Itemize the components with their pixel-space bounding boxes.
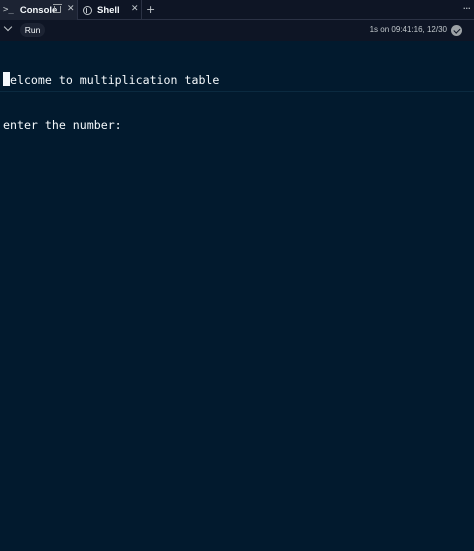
add-tab-icon[interactable]: + bbox=[146, 3, 155, 16]
trash-icon[interactable] bbox=[53, 4, 62, 13]
tab-shell-label: Shell bbox=[97, 4, 120, 16]
chevron-down-icon[interactable] bbox=[3, 22, 13, 32]
console-panel[interactable]: welcome to multiplication table enter th… bbox=[0, 41, 474, 551]
console-line: enter the number: bbox=[3, 118, 122, 132]
run-button[interactable]: Run bbox=[20, 23, 45, 37]
check-circle-icon bbox=[451, 25, 462, 36]
console-toolbar: Run 1s on 09:41:16, 12/30 bbox=[0, 20, 474, 41]
tab-console[interactable]: >_ Console ✕ bbox=[0, 0, 78, 20]
close-icon[interactable]: ✕ bbox=[67, 4, 75, 14]
run-status-text: 1s on 09:41:16, 12/30 bbox=[369, 25, 447, 34]
shell-icon bbox=[83, 5, 92, 15]
more-options-icon[interactable]: ··· bbox=[463, 2, 471, 15]
terminal-prompt-icon: >_ bbox=[3, 5, 14, 15]
close-icon[interactable]: ✕ bbox=[131, 4, 139, 14]
tab-bar: >_ Console ✕ Shell ✕ + ··· bbox=[0, 0, 474, 20]
divider bbox=[0, 91, 474, 92]
tab-shell[interactable]: Shell ✕ bbox=[78, 0, 142, 20]
text-cursor[interactable] bbox=[3, 72, 10, 86]
console-line: welcome to multiplication table bbox=[3, 73, 220, 87]
tab-console-label: Console bbox=[19, 4, 58, 16]
console-output: welcome to multiplication table enter th… bbox=[3, 43, 219, 163]
